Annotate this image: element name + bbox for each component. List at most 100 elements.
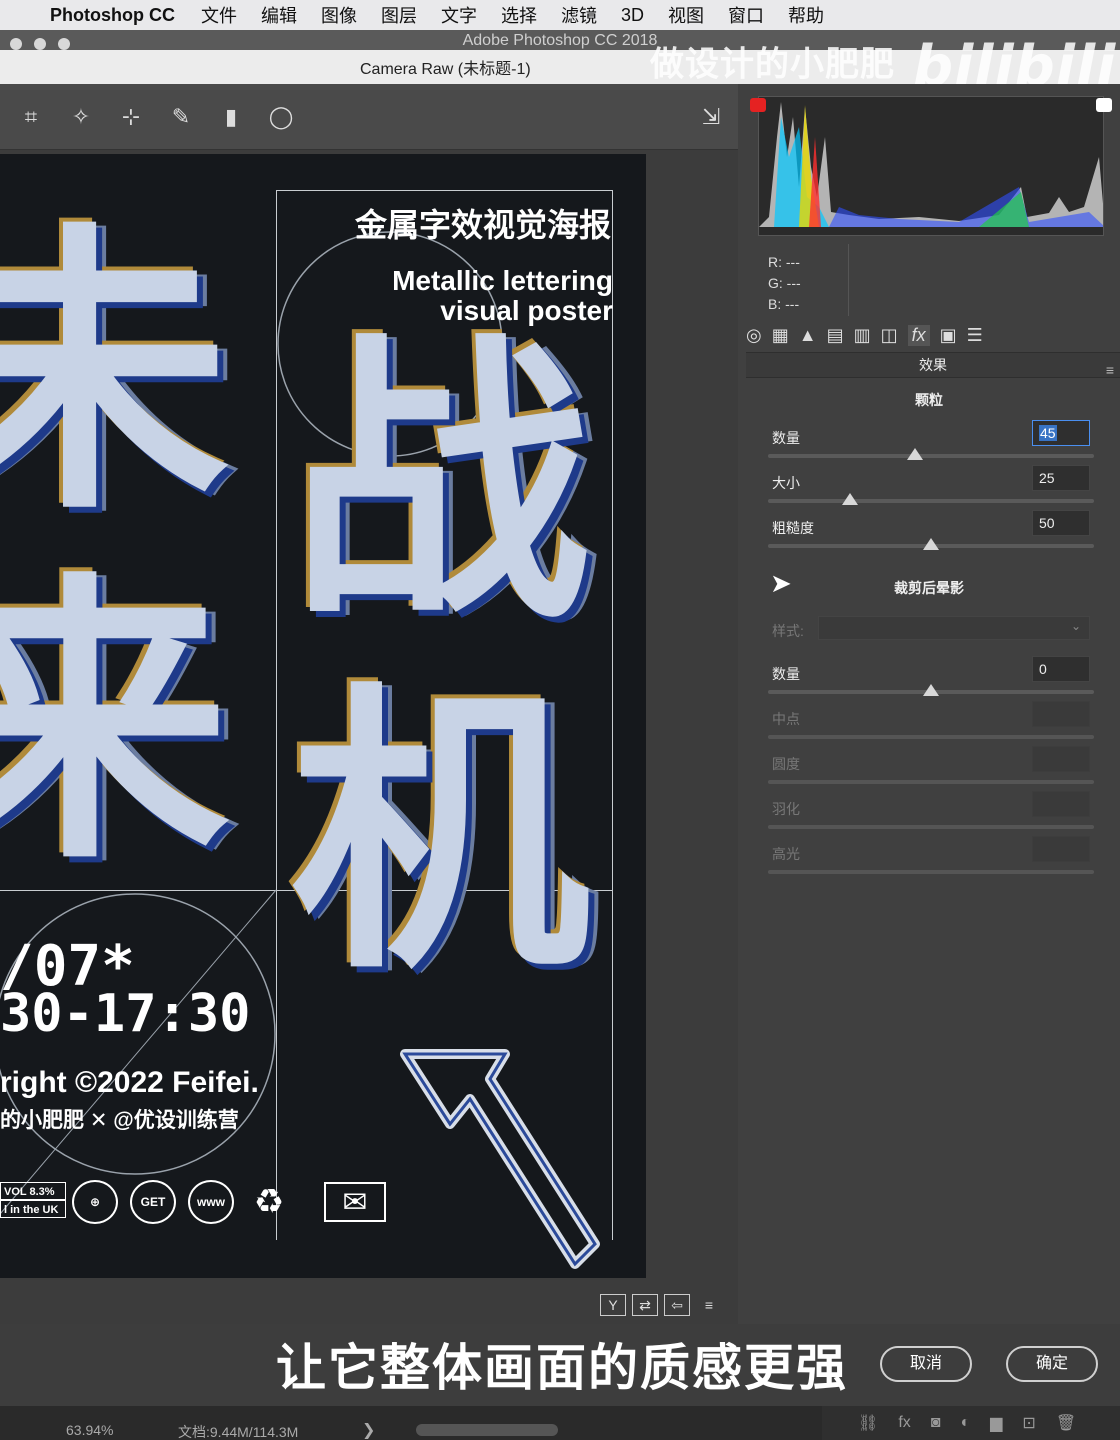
arrow-graphic <box>400 1049 600 1269</box>
tool-bar: ⌗ ✧ ⊹ ✎ ▮ ◯ ⇲ <box>0 84 738 150</box>
poster-icons: ⊕ GET www ♻ ✉ <box>72 1180 386 1224</box>
vignette-roundness-input <box>1032 746 1090 772</box>
tab-tone-curve-icon[interactable]: ▦ <box>772 325 789 346</box>
menu-filter[interactable]: 滤镜 <box>561 2 597 28</box>
tab-hsl-icon[interactable]: ▤ <box>827 325 844 346</box>
grain-amount-handle[interactable] <box>906 448 923 460</box>
chevron-down-icon: ⌄ <box>1070 619 1081 633</box>
zoom-level[interactable]: 63.94% <box>66 1422 113 1438</box>
video-subtitle: 让它整体画面的质感更强 <box>276 1340 848 1396</box>
vignette-midpoint-input <box>1032 701 1090 727</box>
layer-style-icon[interactable]: fx <box>898 1414 910 1432</box>
menu-layer[interactable]: 图层 <box>381 2 417 28</box>
window-controls <box>10 38 70 50</box>
histogram <box>758 96 1104 236</box>
vignette-amount-row: 数量 0 <box>768 656 1094 700</box>
menu-edit[interactable]: 编辑 <box>261 2 297 28</box>
menu-3d[interactable]: 3D <box>621 5 644 26</box>
panel-title: 效果 ≡ <box>746 352 1120 378</box>
tab-basic-icon[interactable]: ◎ <box>746 325 762 346</box>
grain-amount-label: 数量 <box>772 430 800 446</box>
menu-image[interactable]: 图像 <box>321 2 357 28</box>
document-size: 文档:9.44M/114.3M <box>178 1424 299 1440</box>
vignette-highlights-input <box>1032 836 1090 862</box>
grain-size-row: 大小 25 <box>768 465 1094 509</box>
group-folder-icon[interactable]: ▆ <box>990 1413 1002 1433</box>
poster-copyright: right ©2022 Feifei. <box>0 1066 259 1099</box>
adjustment-brush-icon[interactable]: ✎ <box>168 104 194 130</box>
before-after-toggle-button[interactable]: Y <box>600 1294 626 1316</box>
grain-amount-row: 数量 45 <box>768 420 1094 464</box>
poster-badge-uk: l in the UK <box>0 1200 66 1218</box>
grain-size-label: 大小 <box>772 475 800 491</box>
grain-amount-slider[interactable] <box>768 454 1094 458</box>
zoom-window-button[interactable] <box>58 38 70 50</box>
panel-menu-icon[interactable]: ≡ <box>1106 358 1114 382</box>
poster-date-line2: 30-17:30 <box>0 984 251 1044</box>
cancel-button[interactable]: 取消 <box>880 1346 972 1382</box>
menu-type[interactable]: 文字 <box>441 2 477 28</box>
trash-icon[interactable]: 🗑 <box>1056 1413 1076 1433</box>
new-layer-icon[interactable]: ⊡ <box>1022 1413 1035 1433</box>
poster-char-4: 机 <box>290 666 590 1002</box>
vignette-highlights-slider <box>768 870 1094 874</box>
menu-view[interactable]: 视图 <box>668 2 704 28</box>
status-bar: 63.94% 文档:9.44M/114.3M ❯ ⛓ fx ◙ ◐ ▆ ⊡ 🗑 <box>0 1406 1120 1440</box>
vignette-amount-handle[interactable] <box>923 684 939 696</box>
highlight-clip-warning-icon[interactable] <box>1096 98 1112 112</box>
close-window-button[interactable] <box>10 38 22 50</box>
minimize-window-button[interactable] <box>34 38 46 50</box>
watermark-text: 做设计的小肥肥 <box>650 45 895 84</box>
grain-size-input[interactable]: 25 <box>1032 465 1090 491</box>
menu-app-name[interactable]: Photoshop CC <box>50 5 175 26</box>
tab-detail-icon[interactable]: ▲ <box>799 325 817 346</box>
transform-icon[interactable]: ⌗ <box>18 104 44 130</box>
rgb-r: R: --- <box>768 254 800 270</box>
copy-settings-button[interactable]: ⇦ <box>664 1294 690 1316</box>
vignette-amount-input[interactable]: 0 <box>1032 656 1090 682</box>
ok-button[interactable]: 确定 <box>1006 1346 1098 1382</box>
grain-roughness-input[interactable]: 50 <box>1032 510 1090 536</box>
swap-settings-button[interactable]: ⇄ <box>632 1294 658 1316</box>
poster-char-3: 战 <box>290 316 590 652</box>
rgb-b: B: --- <box>768 296 800 312</box>
grain-section-title: 颗粒 <box>915 392 943 408</box>
grain-size-slider[interactable] <box>768 499 1094 503</box>
menu-help[interactable]: 帮助 <box>788 2 824 28</box>
camera-raw-title-text: Camera Raw (未标题-1) <box>360 61 531 78</box>
get-badge-icon: GET <box>130 1180 176 1224</box>
adjustments-panel: R: --- G: --- B: --- ◎ ▦ ▲ ▤ ▥ ◫ fx ▣ ☰ … <box>738 84 1120 1324</box>
grain-amount-input[interactable]: 45 <box>1032 420 1090 446</box>
mouse-cursor-icon: ➤ <box>770 568 792 598</box>
preview-preferences-button[interactable]: ≡ <box>696 1294 722 1316</box>
grain-roughness-handle[interactable] <box>923 538 939 550</box>
tab-presets-icon[interactable]: ☰ <box>967 325 983 346</box>
image-canvas[interactable]: 未 来 战 机 金属字效视觉海报 Metallic lettering visu… <box>0 154 646 1278</box>
tab-calibration-icon[interactable]: ▣ <box>940 325 957 346</box>
open-preferences-icon[interactable]: ⇲ <box>698 104 724 130</box>
panel-title-text: 效果 <box>919 357 947 373</box>
red-eye-icon[interactable]: ⊹ <box>118 104 144 130</box>
grain-size-handle[interactable] <box>841 493 858 505</box>
tab-effects-icon[interactable]: fx <box>907 324 930 346</box>
link-layers-icon[interactable]: ⛓ <box>858 1413 878 1433</box>
graduated-filter-icon[interactable]: ▮ <box>218 104 244 130</box>
menu-window[interactable]: 窗口 <box>728 2 764 28</box>
tab-split-toning-icon[interactable]: ▥ <box>854 325 871 346</box>
adjustment-layer-icon[interactable]: ◐ <box>960 1414 970 1432</box>
vignette-highlights-row: 高光 <box>768 836 1094 880</box>
poster-title-en-line2: visual poster <box>440 295 613 326</box>
menu-file[interactable]: 文件 <box>201 2 237 28</box>
radial-filter-icon[interactable]: ◯ <box>268 104 294 130</box>
shadow-clip-warning-icon[interactable] <box>750 98 766 112</box>
horizontal-scrollbar[interactable] <box>416 1424 558 1436</box>
tab-lens-icon[interactable]: ◫ <box>881 325 898 346</box>
panel-tabs: ◎ ▦ ▲ ▤ ▥ ◫ fx ▣ ☰ <box>746 320 983 350</box>
spot-removal-icon[interactable]: ✧ <box>68 104 94 130</box>
menubar: Photoshop CC 文件 编辑 图像 图层 文字 选择 滤镜 3D 视图 … <box>0 0 1120 30</box>
vignette-style-select[interactable]: ⌄ <box>818 616 1090 640</box>
status-menu-arrow-icon[interactable]: ❯ <box>362 1420 375 1440</box>
layer-mask-icon[interactable]: ◙ <box>931 1414 941 1432</box>
menu-select[interactable]: 选择 <box>501 2 537 28</box>
vignette-feather-row: 羽化 <box>768 791 1094 835</box>
